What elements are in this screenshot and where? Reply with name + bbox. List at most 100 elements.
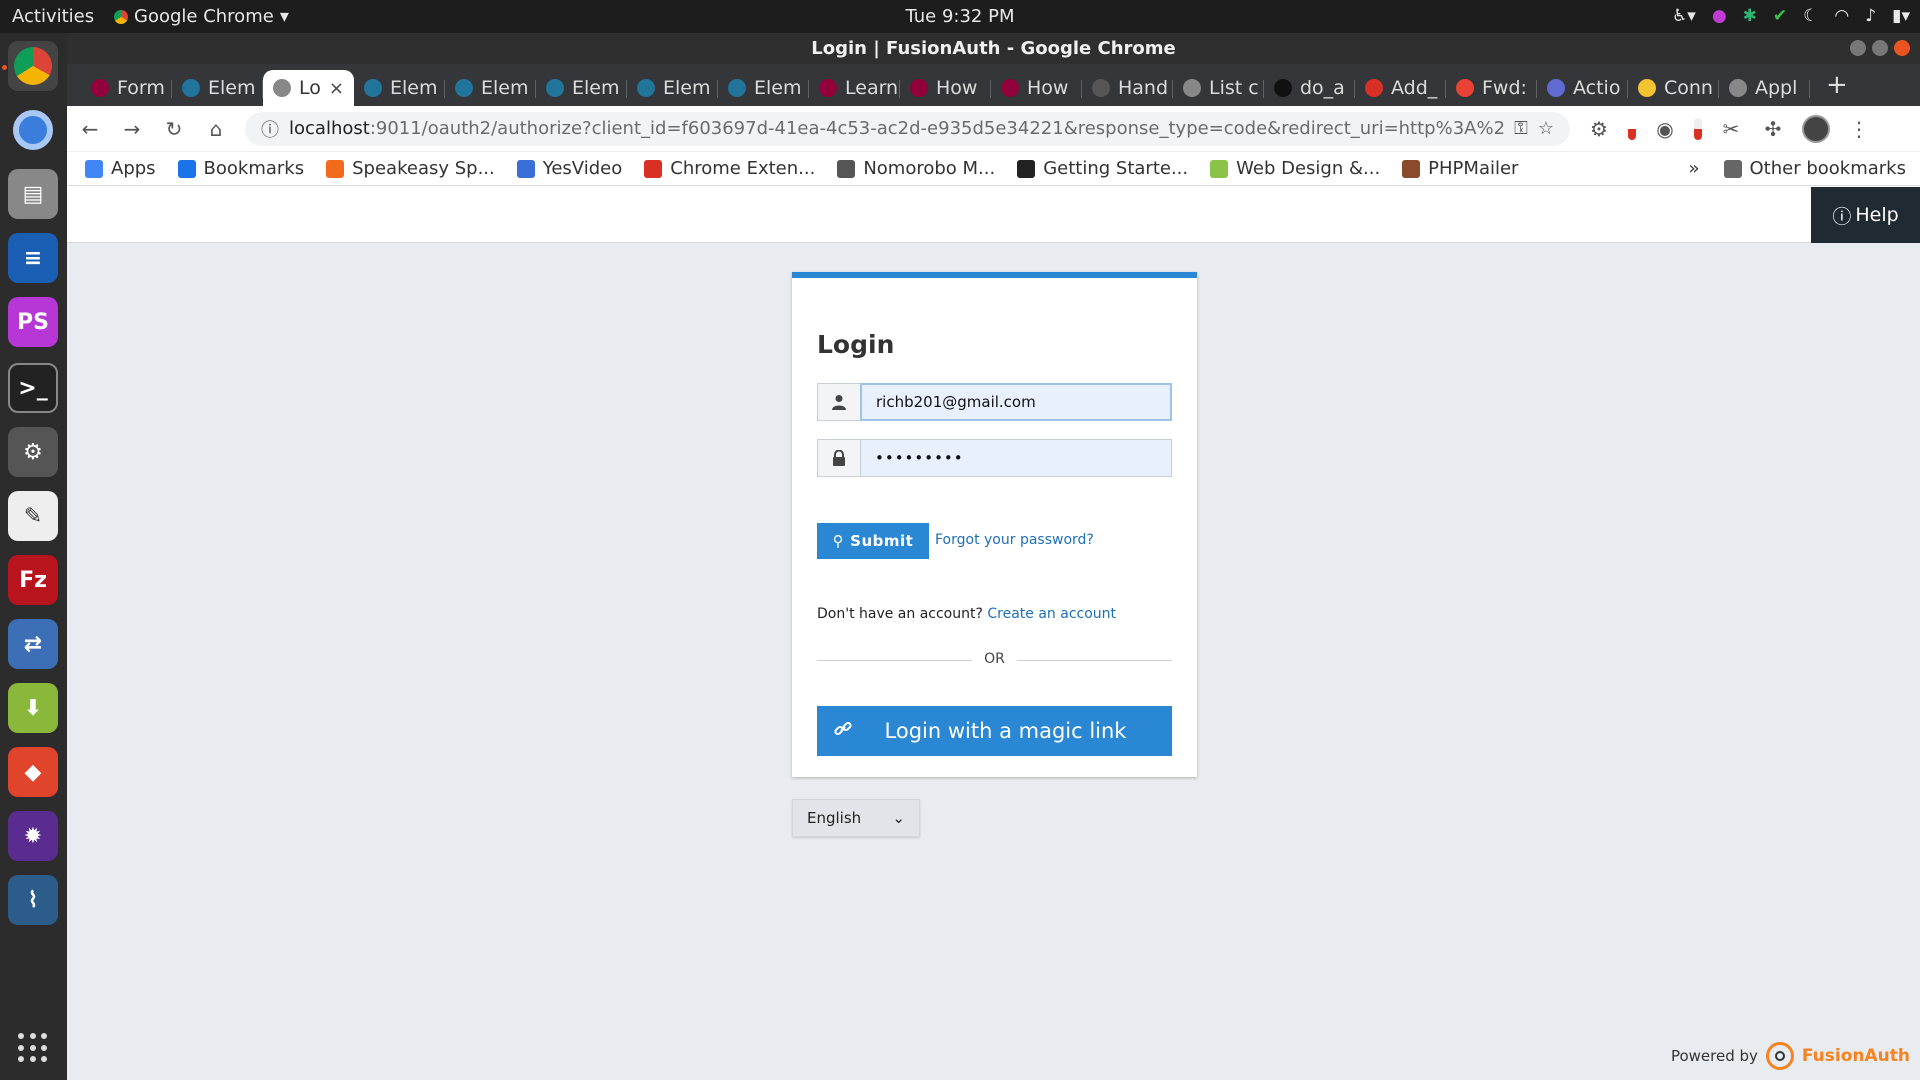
window-title-bar: Login | FusionAuth - Google Chrome	[67, 33, 1920, 64]
bookmark-item[interactable]: PHPMailer	[1402, 158, 1518, 179]
create-account-link[interactable]: Create an account	[987, 606, 1116, 622]
extensions-puzzle-icon[interactable]: ✣	[1760, 117, 1786, 141]
tab[interactable]: Actio	[1537, 70, 1628, 106]
password-input[interactable]	[860, 439, 1172, 477]
night-light-icon[interactable]: ☾	[1803, 6, 1818, 26]
tab-label: How	[936, 77, 978, 99]
lock-icon	[817, 439, 860, 477]
phpmailer-icon	[1402, 159, 1421, 178]
bookmark-item[interactable]: Speakeasy Sp...	[326, 158, 495, 179]
tray-grid-icon[interactable]: ✱	[1743, 6, 1757, 26]
wifi-icon[interactable]: ◠	[1834, 6, 1849, 26]
speakeasy-icon	[326, 159, 345, 178]
chromium-dock-icon[interactable]	[8, 105, 58, 155]
close-tab-icon[interactable]: ×	[329, 78, 344, 99]
bookmark-item[interactable]: Getting Starte...	[1017, 158, 1188, 179]
tab[interactable]: Elem	[536, 70, 627, 106]
chrome-ext-icon	[644, 159, 663, 178]
filezilla-dock-icon[interactable]: Fz	[8, 555, 58, 605]
bookmark-label: Bookmarks	[203, 158, 305, 179]
reload-icon[interactable]: ↻	[161, 117, 187, 141]
close-window-button[interactable]	[1894, 40, 1910, 56]
app-menu[interactable]: Google Chrome ▾	[114, 6, 289, 27]
anydesk-dock-icon[interactable]: ◆	[8, 747, 58, 797]
site-info-icon[interactable]: ⓘ	[261, 116, 279, 142]
bookmark-item[interactable]: YesVideo	[516, 158, 622, 179]
tab[interactable]: How	[900, 70, 991, 106]
tab[interactable]: Elem	[172, 70, 263, 106]
accessibility-icon[interactable]: ♿▾	[1672, 6, 1696, 26]
locale-select[interactable]: English ⌄	[792, 799, 920, 837]
show-applications-icon[interactable]	[18, 1033, 48, 1063]
tab[interactable]: Elem	[354, 70, 445, 106]
menu-kebab-icon[interactable]: ⋮	[1846, 117, 1872, 141]
help-button[interactable]: ⓘ Help	[1811, 187, 1920, 243]
tab[interactable]: Appl	[1719, 70, 1810, 106]
address-bar[interactable]: ⓘ localhost:9011/oauth2/authorize?client…	[245, 111, 1570, 146]
email-input[interactable]	[860, 383, 1172, 421]
forward-icon[interactable]: →	[119, 117, 145, 141]
settings-dock-icon[interactable]: ⚙	[8, 427, 58, 477]
tab-label: Appl	[1755, 77, 1798, 99]
other-bookmarks[interactable]: Other bookmarks	[1723, 158, 1906, 179]
tab[interactable]: Elem	[627, 70, 718, 106]
installer-dock-icon[interactable]: ⬇	[8, 683, 58, 733]
key-icon[interactable]: ⚿	[1514, 118, 1528, 139]
tab[interactable]: Hand	[1082, 70, 1173, 106]
nomorobo-icon	[837, 159, 856, 178]
new-tab-button[interactable]: +	[1826, 70, 1848, 100]
back-icon[interactable]: ←	[77, 117, 103, 141]
tab[interactable]: do_a	[1264, 70, 1355, 106]
screenshot-icon[interactable]: ◉	[1652, 117, 1678, 141]
extension-tool-icon[interactable]: ✂	[1718, 117, 1744, 141]
text-editor-dock-icon[interactable]: ✎	[8, 491, 58, 541]
magic-link-button[interactable]: Login with a magic link	[817, 706, 1172, 756]
bookmark-item[interactable]: Bookmarks	[177, 158, 305, 179]
chrome-dock-icon[interactable]	[8, 41, 58, 91]
battery-icon[interactable]: ▮▾	[1892, 6, 1910, 26]
remote-desktop-dock-icon[interactable]: ⇄	[8, 619, 58, 669]
mailchimp-icon	[1638, 79, 1656, 97]
extension-red-icon[interactable]	[1694, 117, 1702, 140]
tab[interactable]: Learn	[809, 70, 900, 106]
writer-dock-icon[interactable]: ≡	[8, 233, 58, 283]
forgot-password-link[interactable]: Forgot your password?	[935, 532, 1094, 548]
maximize-button[interactable]	[1872, 40, 1888, 56]
tab[interactable]: Conn	[1628, 70, 1719, 106]
more-bookmarks-button[interactable]: »	[1689, 158, 1700, 179]
terminal-dock-icon[interactable]: >_	[8, 363, 58, 413]
wordpress-icon	[364, 79, 382, 97]
profile-avatar[interactable]	[1802, 114, 1830, 143]
tab[interactable]: How	[991, 70, 1082, 106]
tray-check-icon[interactable]: ✔	[1773, 6, 1787, 26]
mysql-workbench-dock-icon[interactable]: ⌇	[8, 875, 58, 925]
volume-icon[interactable]: ♪	[1865, 6, 1876, 26]
phpstorm-dock-icon[interactable]: PS	[8, 297, 58, 347]
bookmark-label: Nomorobo M...	[863, 158, 996, 179]
submit-button[interactable]: ⚲ Submit	[817, 523, 929, 559]
activities-button[interactable]: Activities	[12, 6, 94, 27]
tab-label: Learn	[845, 77, 899, 99]
extension-flag-icon[interactable]	[1628, 117, 1636, 140]
tab[interactable]: Fwd:	[1446, 70, 1537, 106]
tab[interactable]: Form	[81, 70, 172, 106]
firefox-dock-icon[interactable]: ✹	[8, 811, 58, 861]
minimize-button[interactable]	[1850, 40, 1866, 56]
powered-by-text: Powered by	[1670, 1047, 1758, 1065]
bookmark-item[interactable]: Web Design &...	[1210, 158, 1380, 179]
extension-gear-icon[interactable]: ⚙	[1586, 117, 1612, 141]
bookmark-item[interactable]: Chrome Exten...	[644, 158, 815, 179]
system-tray[interactable]: ♿▾ ● ✱ ✔ ☾ ◠ ♪ ▮▾	[1672, 6, 1910, 26]
tab[interactable]: Lo ×	[263, 70, 354, 106]
bookmark-item[interactable]: Apps	[85, 158, 156, 179]
bookmark-star-icon[interactable]: ☆	[1538, 118, 1554, 139]
tray-app-icon[interactable]: ●	[1712, 6, 1727, 26]
tab[interactable]: List c	[1173, 70, 1264, 106]
files-dock-icon[interactable]: ▤	[8, 169, 58, 219]
tab[interactable]: Add_	[1355, 70, 1446, 106]
user-icon	[817, 383, 860, 421]
bookmark-item[interactable]: Nomorobo M...	[837, 158, 995, 179]
tab[interactable]: Elem	[445, 70, 536, 106]
home-icon[interactable]: ⌂	[203, 117, 229, 141]
tab[interactable]: Elem	[718, 70, 809, 106]
